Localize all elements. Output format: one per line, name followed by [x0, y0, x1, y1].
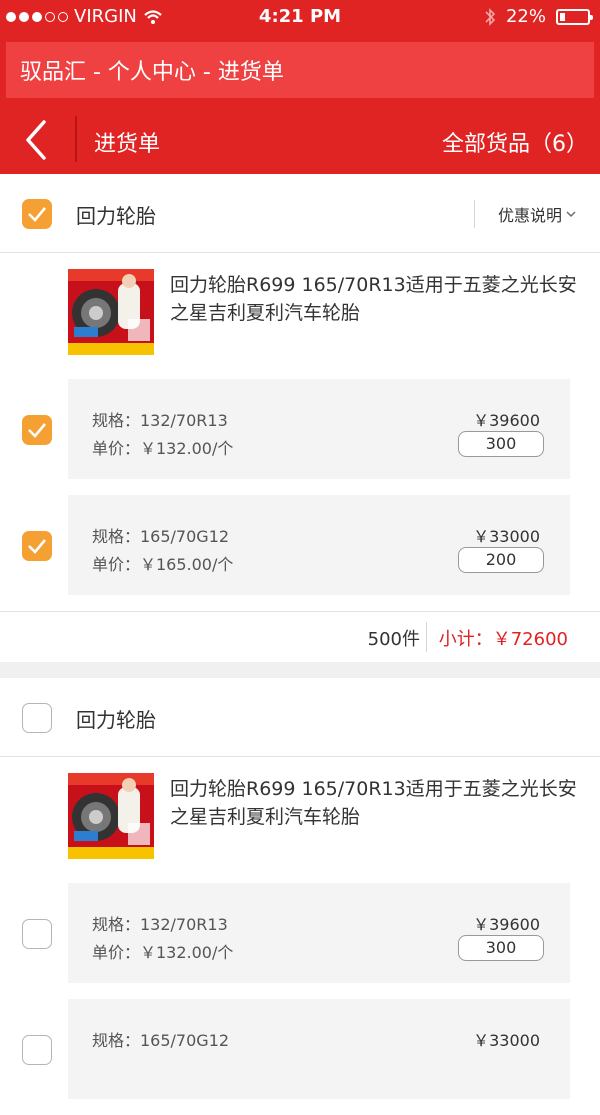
page-banner: 驭品汇 - 个人中心 - 进货单 — [6, 42, 594, 98]
shop-checkbox[interactable] — [22, 703, 52, 733]
shop-summary: 500件 小计：￥72600 — [0, 611, 600, 662]
sku-total: ￥33000 — [473, 527, 540, 546]
sku-price: 单价：￥165.00/个 — [92, 555, 234, 574]
sku-spec: 规格：165/70G12 — [92, 527, 230, 546]
section-gap — [0, 662, 600, 678]
nav-divider — [75, 116, 77, 162]
status-right: 22% — [484, 6, 593, 27]
checkmark-icon — [28, 207, 46, 222]
sku-checkbox[interactable] — [22, 415, 52, 445]
status-bar: VIRGIN 4:21 PM 22% — [0, 0, 600, 34]
sku-total: ￥39600 — [473, 915, 540, 934]
product-title[interactable]: 回力轮胎R699 165/70R13适用于五菱之光长安之星吉利夏利汽车轮胎 — [170, 775, 590, 831]
tire-product-image — [68, 773, 154, 859]
back-button[interactable] — [22, 118, 62, 162]
header: 驭品汇 - 个人中心 - 进货单 进货单 全部货品（6） — [0, 34, 600, 174]
product-row[interactable]: 回力轮胎R699 165/70R13适用于五菱之光长安之星吉利夏利汽车轮胎 — [0, 757, 600, 883]
navbar: 进货单 全部货品（6） — [0, 104, 600, 174]
divider — [426, 622, 427, 652]
sku-price: 单价：￥132.00/个 — [92, 439, 234, 458]
sku-box: 规格：165/70G12 ￥33000 — [68, 999, 570, 1099]
sku-row: 规格：132/70R13 单价：￥132.00/个 ￥39600 300 — [0, 379, 600, 495]
sku-row: 规格：165/70G12 单价：￥165.00/个 ￥33000 200 — [0, 495, 600, 611]
battery-percent: 22% — [505, 6, 546, 27]
sku-row: 规格：132/70R13 单价：￥132.00/个 ￥39600 300 — [0, 883, 600, 999]
sku-box: 规格：132/70R13 单价：￥132.00/个 ￥39600 300 — [68, 379, 570, 479]
sku-row: 规格：165/70G12 ￥33000 — [0, 999, 600, 1115]
product-thumbnail[interactable] — [68, 269, 154, 355]
sku-price: 单价：￥132.00/个 — [92, 943, 234, 962]
sku-spec: 规格：165/70G12 — [92, 1031, 230, 1050]
promo-button[interactable]: 优惠说明 — [498, 202, 576, 226]
shop-checkbox[interactable] — [22, 199, 52, 229]
sku-box: 规格：132/70R13 单价：￥132.00/个 ￥39600 300 — [68, 883, 570, 983]
chevron-left-icon — [26, 120, 46, 160]
shop-header: 回力轮胎 — [0, 678, 600, 757]
shop-name: 回力轮胎 — [76, 708, 156, 732]
checkmark-icon — [28, 539, 46, 554]
quantity-field[interactable]: 300 — [458, 935, 544, 961]
sku-checkbox[interactable] — [22, 1035, 52, 1065]
chevron-down-icon — [566, 211, 576, 217]
quantity-field[interactable]: 300 — [458, 431, 544, 457]
divider — [474, 200, 475, 228]
product-title[interactable]: 回力轮胎R699 165/70R13适用于五菱之光长安之星吉利夏利汽车轮胎 — [170, 271, 590, 327]
sku-spec: 规格：132/70R13 — [92, 915, 228, 934]
shop-card: 回力轮胎 回力轮胎R699 165/70R13适用于五菱之光长安之星吉利夏利汽车… — [0, 678, 600, 1115]
page-title: 进货单 — [94, 132, 161, 157]
sku-checkbox[interactable] — [22, 531, 52, 561]
all-goods-button[interactable]: 全部货品（6） — [442, 126, 588, 158]
product-row[interactable]: 回力轮胎R699 165/70R13适用于五菱之光长安之星吉利夏利汽车轮胎 — [0, 253, 600, 379]
item-count: 500件 — [367, 629, 420, 650]
sku-checkbox[interactable] — [22, 919, 52, 949]
checkmark-icon — [28, 423, 46, 438]
sku-spec: 规格：132/70R13 — [92, 411, 228, 430]
battery-icon — [556, 8, 593, 25]
shop-header: 回力轮胎 优惠说明 — [0, 174, 600, 253]
quantity-field[interactable]: 200 — [458, 547, 544, 573]
sku-box: 规格：165/70G12 单价：￥165.00/个 ￥33000 200 — [68, 495, 570, 595]
sku-total: ￥33000 — [473, 1031, 540, 1050]
bluetooth-icon — [485, 7, 496, 26]
product-thumbnail[interactable] — [68, 773, 154, 859]
subtotal: 小计：￥72600 — [438, 629, 568, 650]
tire-product-image — [68, 269, 154, 355]
cart-list: 回力轮胎 优惠说明 回力轮胎R699 165/70R13适用于五菱之光长安之星吉… — [0, 174, 600, 1115]
sku-total: ￥39600 — [473, 411, 540, 430]
shop-name: 回力轮胎 — [76, 204, 156, 228]
promo-label: 优惠说明 — [497, 206, 562, 225]
shop-card: 回力轮胎 优惠说明 回力轮胎R699 165/70R13适用于五菱之光长安之星吉… — [0, 174, 600, 662]
